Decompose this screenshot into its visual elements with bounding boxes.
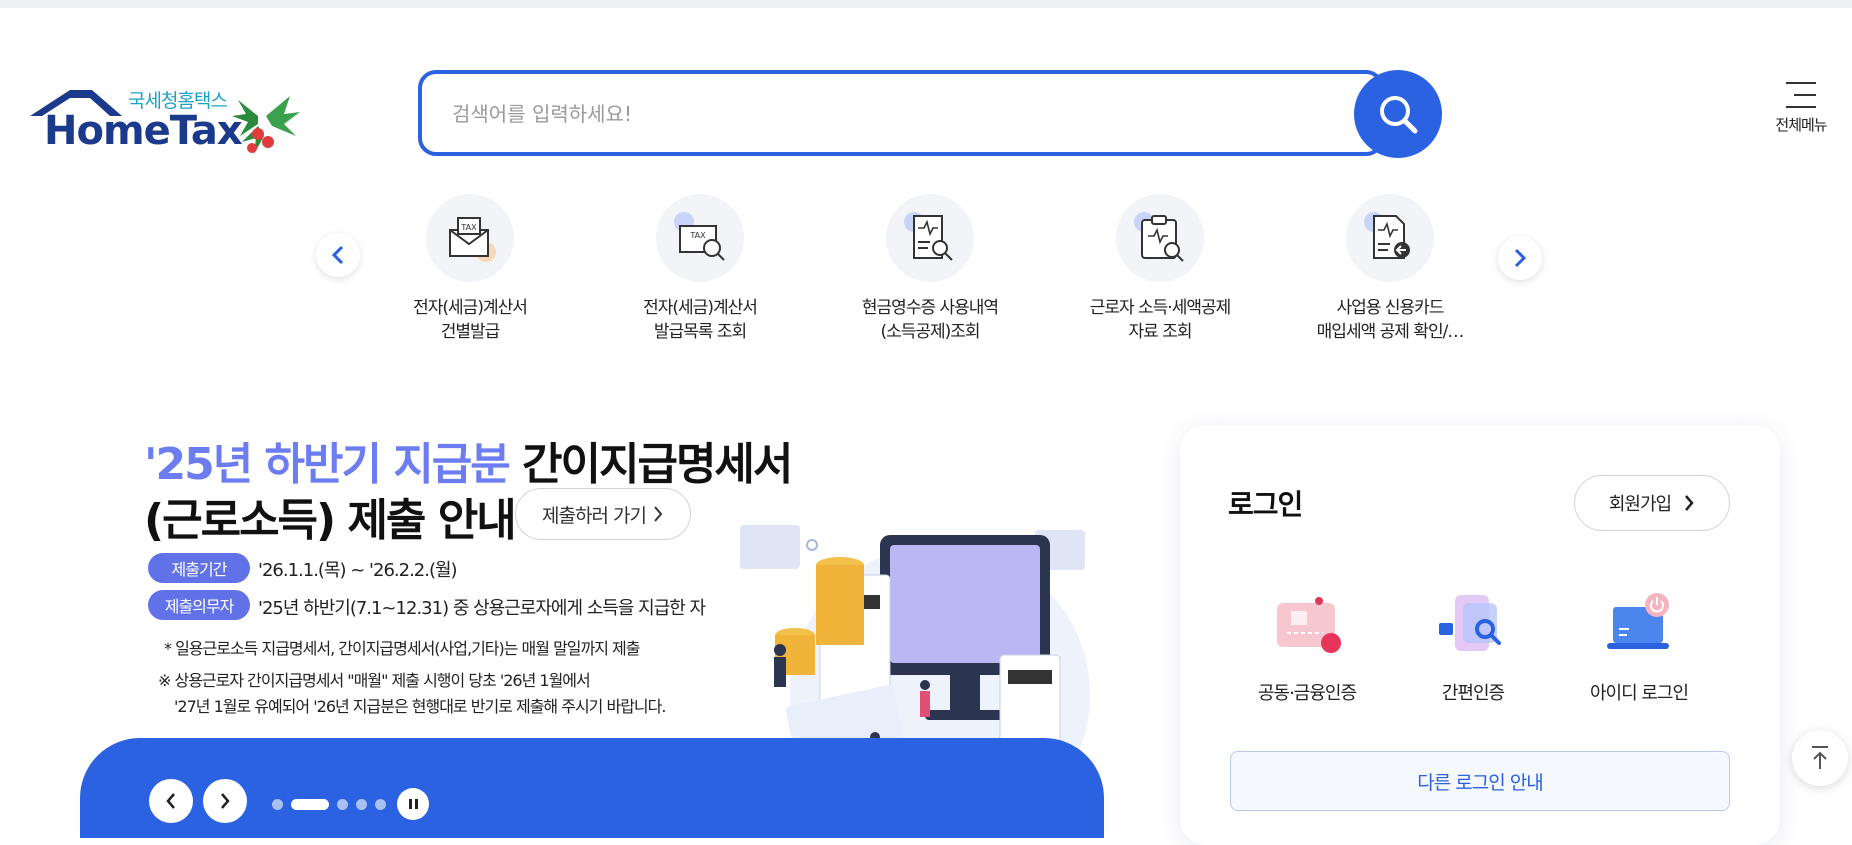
login-option-label: 간편인증 <box>1441 683 1505 704</box>
login-option-label: 아이디 로그인 <box>1589 683 1689 704</box>
login-option-simple[interactable]: 간편인증 <box>1398 585 1548 705</box>
login-title: 로그인 <box>1228 488 1303 521</box>
document-arrow-icon <box>1346 194 1434 282</box>
search-icon <box>1380 96 1418 134</box>
signup-label: 회원가입 <box>1608 494 1672 515</box>
slider-dot-active[interactable] <box>291 799 329 810</box>
scroll-to-top-button[interactable] <box>1792 730 1848 786</box>
chevron-left-icon <box>166 793 175 809</box>
quick-menu-label: 사업용 신용카드 매입세액 공제 확인/… <box>1316 298 1465 342</box>
svg-text:TAX: TAX <box>689 231 706 240</box>
chevron-right-icon <box>1685 495 1694 511</box>
period-tag: 제출기간 <box>148 553 250 583</box>
quick-menu-item[interactable]: TAX 전자(세금)계산서 발급목록 조회 <box>600 194 800 344</box>
banner-title-line1: '25년 하반기 지급분 간이지급명세서 <box>144 428 793 492</box>
obligor-tag: 제출의무자 <box>148 590 250 620</box>
tax-envelope-icon: TAX <box>426 194 514 282</box>
banner-note-3: '27년 1월로 유예되어 '26년 지급분은 현행대로 반기로 제출해 주시기… <box>174 697 666 716</box>
submit-go-button[interactable]: 제출하러 가기 <box>515 488 691 540</box>
pause-icon <box>408 799 412 809</box>
search-input[interactable] <box>452 96 1272 132</box>
quick-menu-label: 전자(세금)계산서 건별발급 <box>413 298 528 342</box>
banner-title-line2: (근로소득) 제출 안내 <box>144 495 517 546</box>
quick-menu-label: 현금영수증 사용내역 (소득공제)조회 <box>861 298 999 342</box>
quick-menu-prev-button[interactable] <box>316 233 360 277</box>
receipt-search-icon <box>886 194 974 282</box>
banner-note-2: ※ 상용근로자 간이지급명세서 "매월" 제출 시행이 당초 '26년 1월에서 <box>158 671 591 690</box>
hometax-logo[interactable]: 국세청홈택스 HomeTax <box>28 80 308 160</box>
banner-note-1: * 일용근로소득 지급명세서, 간이지급명세서(사업,기타)는 매월 말일까지 … <box>164 639 640 658</box>
quick-menu-item[interactable]: 현금영수증 사용내역 (소득공제)조회 <box>830 194 1030 344</box>
banner-prev-button[interactable] <box>149 779 193 823</box>
search-button[interactable] <box>1354 70 1442 158</box>
banner-next-button[interactable] <box>203 779 247 823</box>
chevron-left-icon <box>331 245 344 265</box>
banner-title-highlight: '25년 하반기 지급분 <box>144 439 511 490</box>
login-card: 로그인 회원가입 공동·금융인증 간편인증 아이디 로그인 다른 로그인 안내 <box>1180 425 1780 845</box>
tax-search-icon: TAX <box>656 194 744 282</box>
submit-go-label: 제출하러 가기 <box>542 504 647 527</box>
quick-menu-item[interactable]: 사업용 신용카드 매입세액 공제 확인/… <box>1290 194 1490 344</box>
quick-menu-label: 근로자 소득·세액공제 자료 조회 <box>1089 298 1232 342</box>
quick-menu-item[interactable]: TAX 전자(세금)계산서 건별발급 <box>370 194 570 344</box>
top-strip <box>0 0 1852 8</box>
hamburger-icon <box>1786 82 1816 108</box>
clipboard-search-icon <box>1116 194 1204 282</box>
banner-title-rest: 간이지급명세서 <box>508 439 793 490</box>
search-box <box>418 70 1384 156</box>
phone-search-icon <box>1433 585 1513 665</box>
quick-menu-label: 전자(세금)계산서 발급목록 조회 <box>643 298 758 342</box>
obligor-text: '25년 하반기(7.1~12.31) 중 상용근로자에게 소득을 지급한 자 <box>258 598 706 619</box>
slider-dot[interactable] <box>375 799 386 810</box>
quick-menu-item[interactable]: 근로자 소득·세액공제 자료 조회 <box>1060 194 1260 344</box>
certificate-card-icon <box>1267 585 1347 665</box>
slider-dot[interactable] <box>356 799 367 810</box>
all-menu-button[interactable]: 전체메뉴 <box>1766 82 1836 135</box>
slider-dot[interactable] <box>337 799 348 810</box>
all-menu-label: 전체메뉴 <box>1775 116 1827 134</box>
chevron-right-icon <box>1514 248 1527 268</box>
login-option-id[interactable]: 아이디 로그인 <box>1564 585 1714 705</box>
signup-button[interactable]: 회원가입 <box>1574 475 1730 531</box>
quick-menu-next-button[interactable] <box>1498 236 1542 280</box>
laptop-power-icon <box>1599 585 1679 665</box>
arrow-up-icon <box>1812 746 1828 769</box>
logo-name: HomeTax <box>44 108 243 154</box>
svg-text:TAX: TAX <box>460 223 477 232</box>
chevron-right-icon <box>654 506 663 522</box>
period-text: '26.1.1.(목) ~ '26.2.2.(월) <box>258 560 458 581</box>
slider-dot[interactable] <box>272 799 283 810</box>
holly-icon <box>232 96 300 154</box>
chevron-right-icon <box>221 793 230 809</box>
slider-pause-button[interactable] <box>397 788 429 820</box>
other-login-guide-button[interactable]: 다른 로그인 안내 <box>1230 751 1730 811</box>
login-option-label: 공동·금융인증 <box>1257 683 1357 704</box>
login-option-certificate[interactable]: 공동·금융인증 <box>1232 585 1382 705</box>
